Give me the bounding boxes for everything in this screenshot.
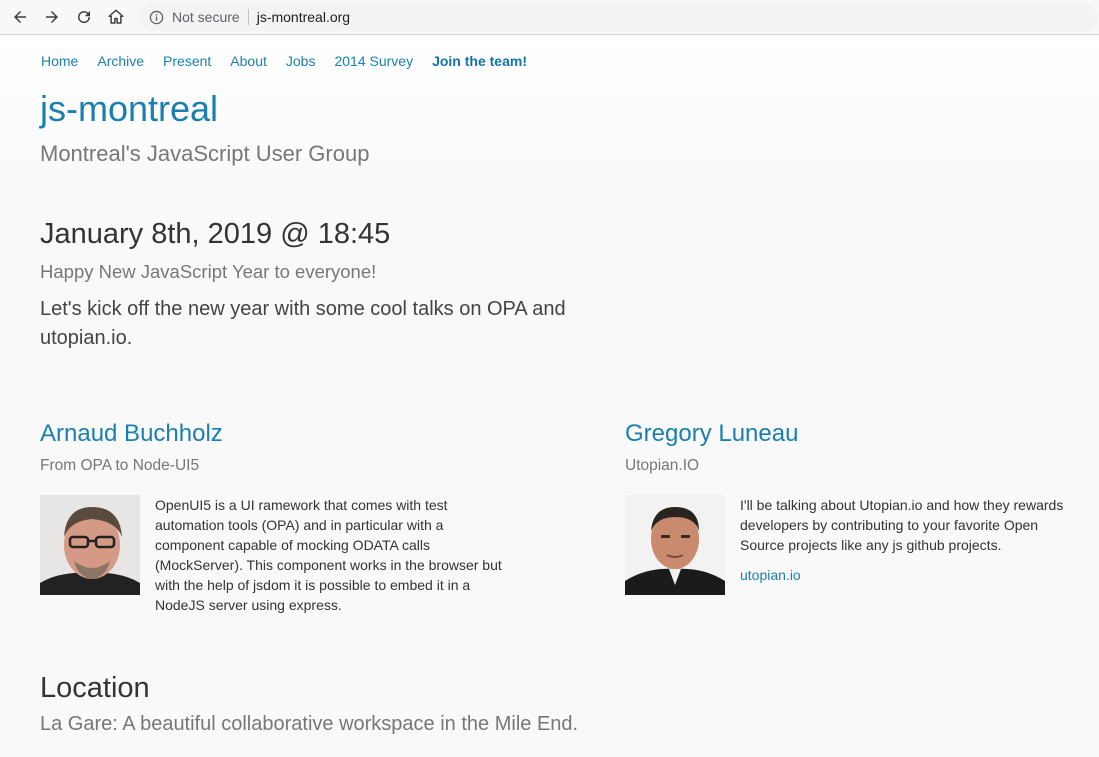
speaker-photo xyxy=(40,495,140,595)
speaker-link[interactable]: utopian.io xyxy=(740,565,801,585)
speaker-card: Gregory Luneau Utopian.IO I'll be talkin… xyxy=(625,420,1075,595)
url-text[interactable]: js-montreal.org xyxy=(257,9,350,25)
speaker-bio-text: I'll be talking about Utopian.io and how… xyxy=(740,497,1064,553)
nav-about[interactable]: About xyxy=(230,53,267,69)
speaker-photo xyxy=(625,495,725,595)
home-button[interactable] xyxy=(104,5,128,29)
speaker-bio: OpenUI5 is a UI ramework that comes with… xyxy=(155,495,510,615)
forward-button[interactable] xyxy=(40,5,64,29)
nav-archive[interactable]: Archive xyxy=(97,53,144,69)
talk-title: From OPA to Node-UI5 xyxy=(40,457,200,474)
nav-jobs[interactable]: Jobs xyxy=(286,53,316,69)
event-description: Let's kick off the new year with some co… xyxy=(40,298,566,349)
event-date: January 8th, 2019 @ 18:45 xyxy=(40,218,391,250)
nav-join-team[interactable]: Join the team! xyxy=(432,53,527,69)
site-subtitle: Montreal's JavaScript User Group xyxy=(40,141,370,166)
home-icon xyxy=(108,9,124,24)
speaker-card: Arnaud Buchholz From OPA to Node-UI5 Ope… xyxy=(40,420,510,615)
address-bar[interactable]: Not secure js-montreal.org xyxy=(138,3,1098,31)
reload-icon xyxy=(78,11,91,24)
speaker-name[interactable]: Arnaud Buchholz xyxy=(40,420,510,448)
talk-title: Utopian.IO xyxy=(625,457,700,474)
location-heading: Location xyxy=(40,672,150,704)
nav-home[interactable]: Home xyxy=(41,53,78,69)
speaker-bio: I'll be talking about Utopian.io and how… xyxy=(740,495,1075,595)
speaker-body: OpenUI5 is a UI ramework that comes with… xyxy=(40,495,510,615)
browser-toolbar: Not secure js-montreal.org xyxy=(0,0,1099,35)
nav-present[interactable]: Present xyxy=(163,53,211,69)
back-arrow-icon xyxy=(14,11,26,23)
site-title[interactable]: js-montreal xyxy=(40,88,218,130)
reload-button[interactable] xyxy=(72,5,96,29)
event-lead: Happy New JavaScript Year to everyone! xyxy=(40,261,377,282)
forward-arrow-icon xyxy=(46,11,58,23)
page-content: Home Archive Present About Jobs 2014 Sur… xyxy=(0,36,1099,757)
omnibox-divider xyxy=(247,9,249,25)
speaker-name[interactable]: Gregory Luneau xyxy=(625,420,1075,448)
speaker-body: I'll be talking about Utopian.io and how… xyxy=(625,495,1075,595)
info-icon[interactable] xyxy=(148,9,164,25)
nav-2014-survey[interactable]: 2014 Survey xyxy=(334,53,413,69)
top-navigation: Home Archive Present About Jobs 2014 Sur… xyxy=(41,53,546,69)
speaker-bio-text: OpenUI5 is a UI ramework that comes with… xyxy=(155,497,502,613)
security-label: Not secure xyxy=(172,9,240,25)
location-text: La Gare: A beautiful collaborative works… xyxy=(40,713,579,735)
back-button[interactable] xyxy=(8,5,32,29)
